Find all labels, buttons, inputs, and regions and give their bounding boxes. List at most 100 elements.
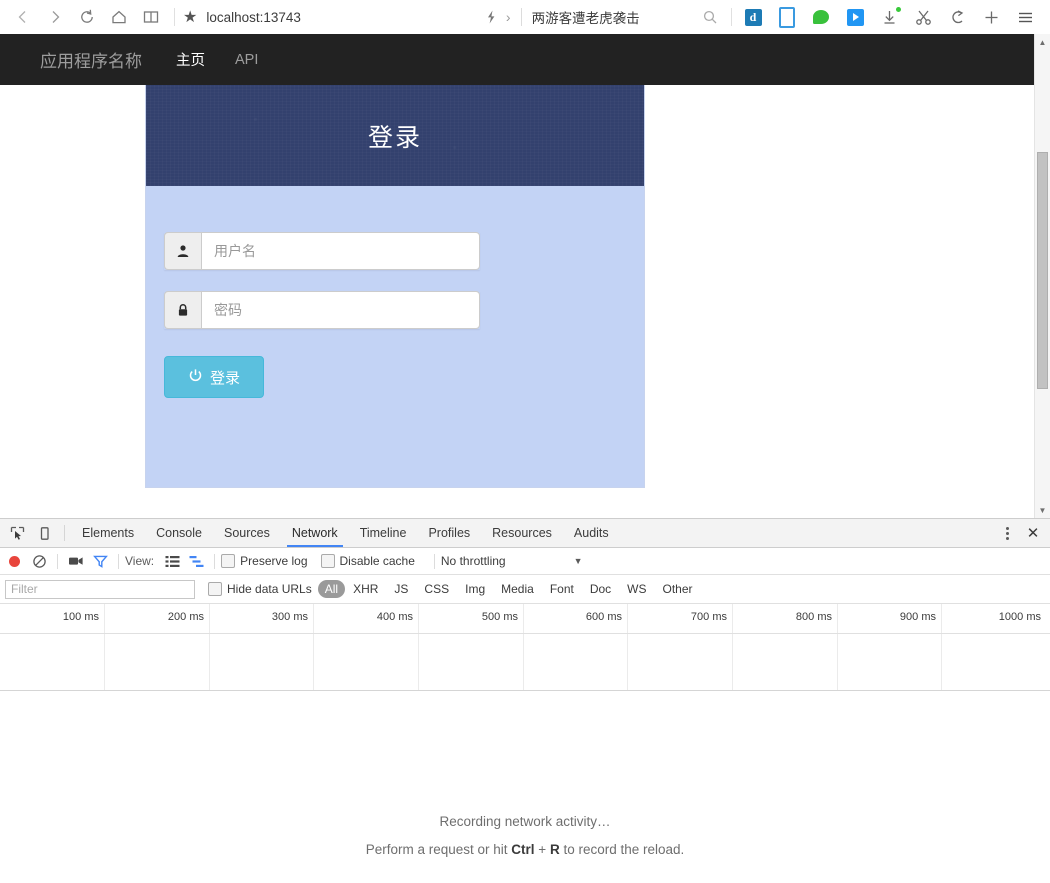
back-arrow-icon[interactable] — [8, 2, 38, 32]
network-empty-state: Recording network activity… Perform a re… — [0, 691, 1050, 883]
site-navbar: 应用程序名称 主页 API — [0, 34, 1050, 85]
page-content: 登录 用户名 登录 — [0, 85, 1050, 518]
ext-divider — [731, 8, 732, 26]
tick-200ms: 200 ms — [167, 611, 204, 623]
type-filter-media[interactable]: Media — [493, 580, 542, 598]
tabbar-divider — [64, 525, 65, 541]
hint-plus: + — [534, 842, 550, 857]
tab-network[interactable]: Network — [281, 519, 349, 547]
tab-sources[interactable]: Sources — [213, 519, 281, 547]
type-filter-font[interactable]: Font — [542, 580, 582, 598]
video-player-icon[interactable] — [838, 2, 872, 32]
forward-arrow-icon[interactable] — [40, 2, 70, 32]
tab-resources[interactable]: Resources — [481, 519, 563, 547]
home-icon[interactable] — [104, 2, 134, 32]
type-filter-js[interactable]: JS — [386, 580, 416, 598]
mobile-view-icon[interactable] — [770, 2, 804, 32]
browser-toolbar: ★ localhost:13743 › 两游客遭老虎袭击 d — [0, 0, 1050, 34]
bolt-icon[interactable] — [476, 2, 506, 32]
throttling-select[interactable]: No throttling ▼ — [441, 554, 583, 568]
navbar-brand[interactable]: 应用程序名称 — [40, 47, 142, 72]
undo-close-tab-icon[interactable] — [940, 2, 974, 32]
record-button[interactable] — [9, 555, 20, 567]
navbar-link-home[interactable]: 主页 — [176, 49, 205, 70]
tick-100ms: 100 ms — [62, 611, 99, 623]
page-scrollbar[interactable]: ▲ ▼ — [1034, 34, 1050, 518]
wechat-icon[interactable] — [804, 2, 838, 32]
filter-input[interactable] — [5, 579, 195, 599]
tab-elements[interactable]: Elements — [71, 519, 145, 547]
close-icon[interactable]: ✕ — [1020, 524, 1046, 542]
timeline-ruler: 100 ms 200 ms 300 ms 400 ms 500 ms 600 m… — [0, 604, 1050, 634]
type-filter-all[interactable]: All — [317, 580, 346, 598]
disable-cache-box[interactable] — [320, 554, 335, 568]
hint-prefix: Perform a request or hit — [365, 842, 512, 857]
page-viewport: 应用程序名称 主页 API 登录 用户名 登录 ▲ ▼ — [0, 34, 1050, 518]
downloads-badge-dot — [896, 7, 901, 12]
tab-timeline[interactable]: Timeline — [349, 519, 418, 547]
toolbar-divider — [174, 8, 175, 26]
scroll-down-arrow-icon[interactable]: ▼ — [1035, 502, 1050, 518]
toolbar-divider-2 — [118, 553, 119, 569]
tab-console[interactable]: Console — [145, 519, 213, 547]
preserve-log-checkbox[interactable]: Preserve log — [221, 554, 308, 568]
reading-list-icon[interactable] — [136, 2, 166, 32]
bookmark-star-icon[interactable]: ★ — [183, 7, 197, 27]
devtools-window-controls: ✕ — [981, 519, 1050, 547]
tick-600ms: 600 ms — [585, 611, 622, 623]
scroll-up-arrow-icon[interactable]: ▲ — [1035, 34, 1050, 50]
type-filter-img[interactable]: Img — [457, 580, 493, 598]
quick-access-chevron-icon[interactable]: › — [506, 9, 511, 25]
camera-icon[interactable] — [64, 550, 88, 572]
tick-900ms: 900 ms — [899, 611, 936, 623]
browser-nav-buttons — [8, 2, 166, 32]
news-headline[interactable]: 两游客遭老虎袭击 — [532, 7, 640, 27]
user-icon — [164, 232, 201, 270]
toolbar-divider-4 — [433, 553, 435, 569]
search-icon[interactable] — [693, 2, 727, 32]
type-filter-other[interactable]: Other — [655, 580, 701, 598]
tab-audits[interactable]: Audits — [563, 519, 620, 547]
scrollbar-thumb[interactable] — [1037, 152, 1048, 389]
disable-cache-checkbox[interactable]: Disable cache — [320, 554, 415, 568]
type-filter-css[interactable]: CSS — [416, 580, 457, 598]
screenshot-snip-icon[interactable] — [906, 2, 940, 32]
password-input[interactable] — [201, 291, 480, 329]
toolbar-right-group: d — [693, 2, 1042, 32]
login-submit-button[interactable]: 登录 — [164, 356, 264, 398]
chevron-down-icon[interactable]: ▼ — [574, 556, 583, 566]
view-label: View: — [125, 554, 155, 568]
devtools-tabbar: Elements Console Sources Network Timelin… — [0, 519, 1050, 548]
recording-hint-text: Perform a request or hit Ctrl + R to rec… — [366, 842, 685, 857]
type-filter-doc[interactable]: Doc — [582, 580, 619, 598]
hide-data-urls-box[interactable] — [208, 582, 222, 596]
new-tab-icon[interactable] — [974, 2, 1008, 32]
more-options-icon[interactable] — [994, 526, 1020, 540]
navbar-link-api[interactable]: API — [235, 52, 258, 68]
list-view-icon[interactable] — [160, 550, 184, 572]
preserve-log-box[interactable] — [221, 554, 236, 568]
hide-data-urls-label: Hide data URLs — [227, 582, 312, 596]
inspect-element-icon[interactable] — [4, 519, 31, 547]
hint-suffix: to record the reload. — [559, 842, 685, 857]
url-text: localhost:13743 — [206, 9, 301, 25]
clear-icon[interactable] — [27, 550, 51, 572]
hide-data-urls-checkbox[interactable]: Hide data URLs — [208, 582, 312, 596]
waterfall-view-icon[interactable] — [184, 550, 208, 572]
hint-key-r: R — [549, 842, 560, 857]
tick-500ms: 500 ms — [481, 611, 518, 623]
password-field-group — [164, 291, 480, 329]
address-bar[interactable]: ★ localhost:13743 — [183, 7, 301, 27]
dict-extension-icon[interactable]: d — [736, 2, 770, 32]
type-filter-ws[interactable]: WS — [619, 580, 654, 598]
main-menu-icon[interactable] — [1008, 2, 1042, 32]
tab-profiles[interactable]: Profiles — [417, 519, 481, 547]
downloads-icon[interactable] — [872, 2, 906, 32]
filter-icon[interactable] — [88, 550, 112, 572]
device-toolbar-icon[interactable] — [31, 519, 58, 547]
page-title: 登录 — [367, 123, 422, 152]
toolbar-divider-1 — [57, 553, 58, 569]
type-filter-xhr[interactable]: XHR — [345, 580, 386, 598]
username-input[interactable] — [201, 232, 480, 270]
reload-icon[interactable] — [72, 2, 102, 32]
